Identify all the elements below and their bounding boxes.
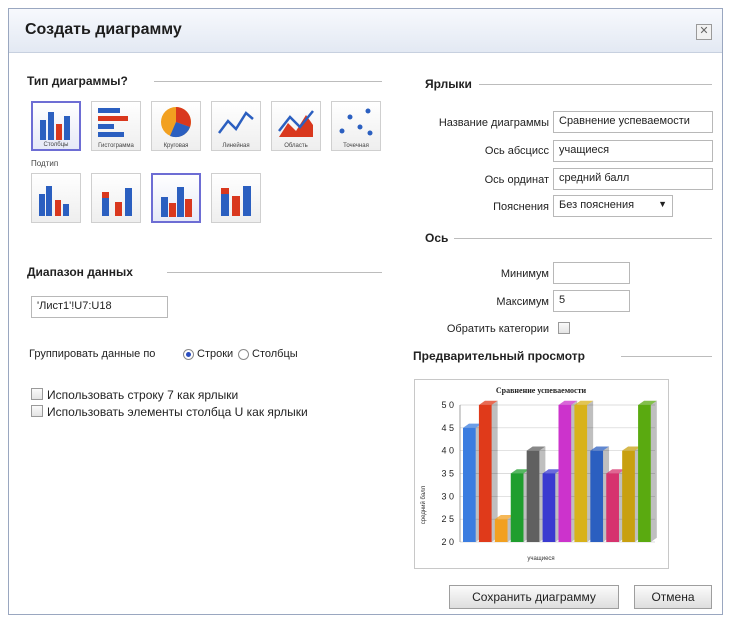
- preview-heading: Предварительный просмотр: [413, 349, 585, 363]
- divider: [454, 238, 712, 239]
- chart-bar-front: [542, 473, 556, 542]
- chart-y-tick-label: 4 0: [441, 446, 454, 456]
- chart-y-tick-label: 2 5: [441, 514, 454, 524]
- axis-heading: Ось: [425, 231, 449, 245]
- save-chart-button[interactable]: Сохранить диаграмму: [449, 585, 619, 609]
- chart-bar-front: [622, 450, 635, 542]
- pie-chart-icon: [161, 107, 191, 138]
- data-range-input[interactable]: 'Лист1'!U7:U18: [31, 296, 168, 318]
- chart-type-pie[interactable]: Круговая: [151, 101, 201, 151]
- close-icon: ✕: [699, 25, 709, 37]
- cancel-button[interactable]: Отмена: [634, 585, 712, 609]
- divider: [154, 81, 382, 82]
- scatter-chart-icon: [339, 108, 373, 136]
- chart-type-label: Гистограмма: [98, 143, 134, 149]
- legend-select[interactable]: Без пояснения ▼: [553, 195, 673, 217]
- chart-type-label: Столбцы: [43, 142, 69, 148]
- chart-y-tick-label: 2 0: [441, 537, 454, 547]
- line-chart-icon: [218, 111, 254, 134]
- chart-type-line[interactable]: Линейная: [211, 101, 261, 151]
- use-column-labels-checkbox[interactable]: [31, 405, 43, 417]
- axis-min-input[interactable]: [553, 262, 630, 284]
- chart-x-axis-title: учащиеся: [527, 556, 554, 562]
- group-by-rows-label: Строки: [197, 348, 234, 360]
- chart-subtype-4[interactable]: [211, 173, 261, 223]
- create-chart-dialog: Создать диаграмму ✕ Тип диаграммы? Столб…: [8, 8, 723, 615]
- divider: [167, 272, 382, 273]
- axis-max-input[interactable]: 5: [553, 290, 630, 312]
- chart-bar-front: [606, 473, 619, 542]
- chart-type-label: Линейная: [222, 143, 250, 149]
- x-axis-input[interactable]: учащиеся: [553, 140, 713, 162]
- chart-type-label: Точечная: [343, 143, 369, 149]
- data-range-heading: Диапазон данных: [27, 265, 133, 279]
- group-by-columns-radio[interactable]: [238, 349, 249, 360]
- axis-min-label: Минимум: [500, 268, 549, 280]
- close-button[interactable]: ✕: [696, 24, 712, 40]
- chart-type-label: Область: [284, 143, 308, 149]
- chart-bar-front: [510, 473, 524, 542]
- y-axis-label: Ось ординат: [484, 174, 549, 186]
- chart-bar-front: [558, 405, 572, 542]
- column-chart-icon: [40, 112, 70, 140]
- chart-bar-front: [463, 427, 476, 542]
- 3d-stacked-column-icon: [221, 186, 251, 216]
- use-column-labels-label: Использовать элементы столбца U как ярлы…: [47, 405, 308, 419]
- axis-max-label: Максимум: [496, 296, 549, 308]
- use-row-labels-label: Использовать строку 7 как ярлыки: [47, 388, 239, 402]
- chart-subtype-2[interactable]: [91, 173, 141, 223]
- chart-bar-front: [590, 450, 604, 542]
- chart-type-bar[interactable]: Гистограмма: [91, 101, 141, 151]
- chart-bar-front: [526, 450, 540, 542]
- chart-type-area[interactable]: Область: [271, 101, 321, 151]
- group-by-label: Группировать данные по: [29, 348, 156, 360]
- use-row-labels-checkbox[interactable]: [31, 388, 43, 400]
- group-by-columns-label: Столбцы: [252, 348, 298, 360]
- chart-type-column[interactable]: Столбцы: [31, 101, 81, 151]
- chart-bar-front: [478, 405, 492, 542]
- group-by-rows-radio[interactable]: [183, 349, 194, 360]
- reverse-categories-label: Обратить категории: [446, 323, 549, 335]
- x-axis-label: Ось абсцисс: [484, 145, 549, 157]
- dialog-titlebar: Создать диаграмму ✕: [9, 9, 722, 53]
- bar-chart-icon: [98, 108, 128, 137]
- chart-type-label: Круговая: [163, 143, 189, 149]
- stacked-column-icon: [102, 188, 132, 216]
- legend-select-value: Без пояснения: [559, 199, 635, 211]
- chart-y-tick-label: 4 5: [441, 423, 454, 433]
- subtype-label: Подтип: [31, 159, 59, 168]
- chart-type-scatter[interactable]: Точечная: [331, 101, 381, 151]
- chart-y-tick-label: 3 5: [441, 469, 454, 479]
- divider: [479, 84, 712, 85]
- chart-y-tick-label: 3 0: [441, 491, 454, 501]
- chart-subtype-1[interactable]: [31, 173, 81, 223]
- chart-title-label: Название диаграммы: [438, 117, 549, 129]
- chart-y-axis-title: средний балл: [420, 485, 427, 524]
- preview-chart: Сравнение успеваемости средний балл учащ…: [420, 386, 657, 562]
- reverse-categories-checkbox[interactable]: [558, 322, 570, 334]
- chart-bar-front: [494, 519, 508, 542]
- chart-bar-front: [574, 405, 588, 542]
- chart-y-tick-label: 5 0: [441, 400, 454, 410]
- clustered-column-icon: [39, 186, 69, 216]
- chart-subtype-3[interactable]: [151, 173, 201, 223]
- chart-title-input[interactable]: Сравнение успеваемости: [553, 111, 713, 133]
- 3d-column-icon: [161, 187, 192, 217]
- chart-preview: Сравнение успеваемости средний балл учащ…: [414, 379, 669, 569]
- chart-title: Сравнение успеваемости: [496, 386, 587, 395]
- chart-bar-front: [638, 405, 651, 542]
- area-chart-icon: [278, 110, 314, 137]
- chart-bar-side: [650, 400, 657, 542]
- dialog-title: Создать диаграмму: [25, 21, 182, 38]
- chart-bar: [638, 400, 657, 542]
- y-axis-input[interactable]: средний балл: [553, 168, 713, 190]
- labels-heading: Ярлыки: [425, 77, 472, 91]
- legend-label: Пояснения: [493, 201, 549, 213]
- chevron-down-icon: ▼: [658, 199, 667, 209]
- divider: [621, 356, 712, 357]
- chart-type-heading: Тип диаграммы?: [27, 74, 128, 88]
